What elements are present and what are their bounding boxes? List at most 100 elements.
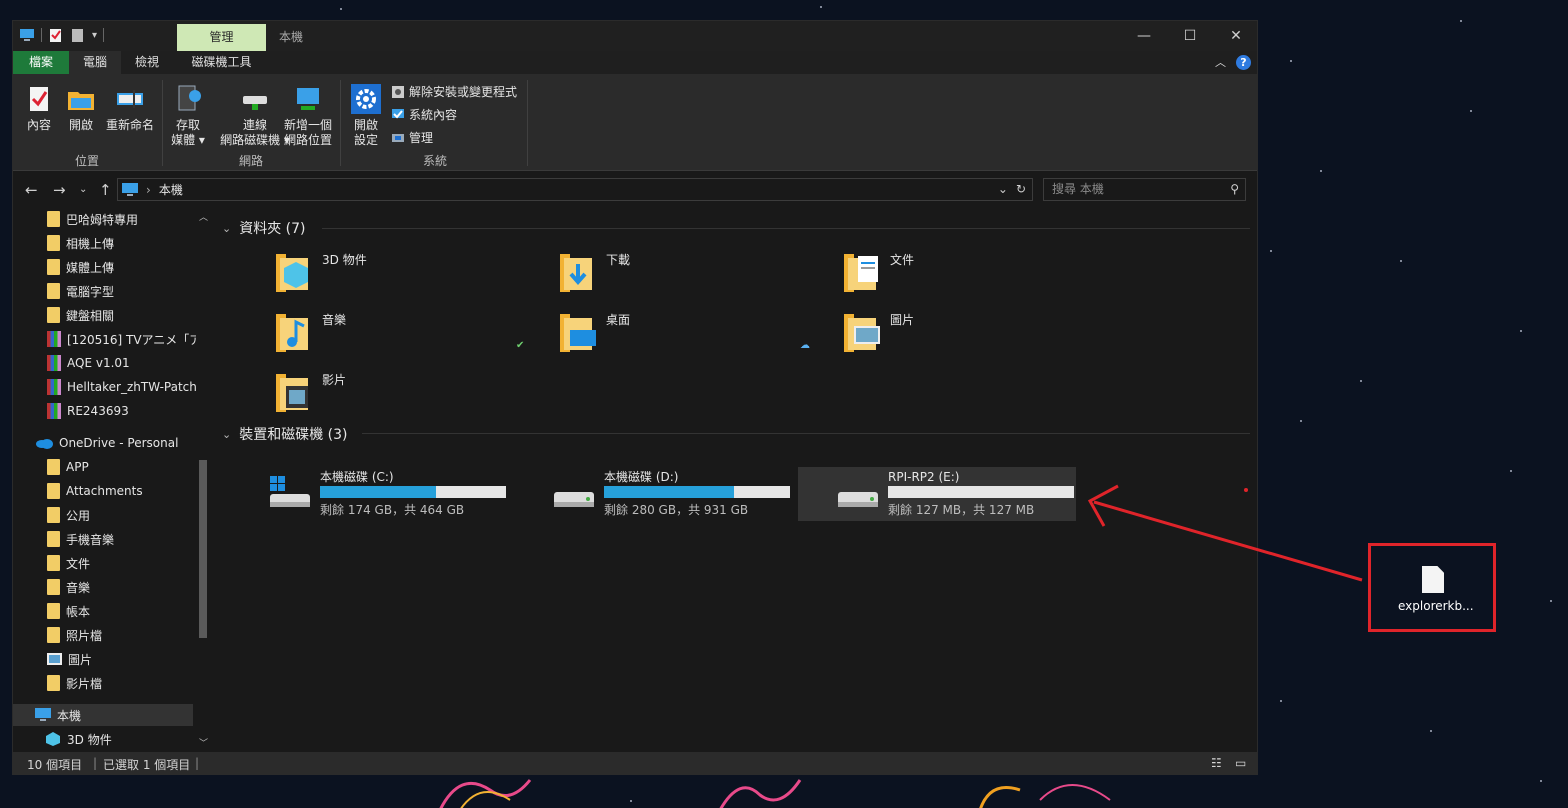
folder-item[interactable]: 下載 [558,248,630,294]
archive-icon [47,355,61,371]
sidebar-item-this-pc[interactable]: 本機 [13,704,193,726]
sidebar-item[interactable]: AQE v1.01 [47,352,130,374]
sidebar-item[interactable]: 帳本 [47,600,90,622]
system-properties-label: 系統內容 [409,108,458,122]
open-settings-button[interactable]: 開啟 設定 [349,84,383,148]
help-icon[interactable]: ? [1236,54,1251,70]
scrollbar-thumb[interactable] [199,460,207,638]
scroll-up-icon[interactable]: ︿ [199,210,208,223]
forward-arrow-icon[interactable]: → [53,181,66,199]
sidebar-item[interactable]: 影片檔 [47,672,102,694]
sidebar-item[interactable]: 照片檔 [47,624,102,646]
folder-item[interactable]: 音樂 [274,308,346,354]
sidebar-item[interactable]: 手機音樂 [47,528,114,550]
access-media-button[interactable]: 存取 媒體 ▾ [165,84,211,148]
desktop-folder-icon [560,314,596,352]
recent-locations-chevron-icon[interactable]: ⌄ [79,184,87,195]
address-bar[interactable]: › 本機 ⌄ ↻ [117,178,1033,201]
sidebar-item[interactable]: APP [47,456,89,478]
this-pc-icon[interactable] [19,27,35,43]
documents-folder-icon [844,254,878,292]
folder-item[interactable]: 圖片 [842,308,914,354]
sidebar-item-onedrive[interactable]: OneDrive - Personal [35,432,178,454]
folder-item[interactable]: 桌面 [558,308,630,354]
sidebar-item-label: 本機 [57,708,82,723]
sidebar-scrollbar[interactable]: ︿ ﹀ [196,208,210,750]
refresh-icon[interactable]: ↻ [1016,182,1026,196]
network-location-icon [297,88,319,110]
properties-icon[interactable] [48,27,64,43]
sidebar-item[interactable]: [120516] TVアニメ「ア [47,328,201,350]
search-input[interactable]: 搜尋 本機 ⚲ [1043,178,1246,201]
folder-name: 音樂 [322,313,347,327]
sidebar-item[interactable]: 相機上傳 [47,232,114,254]
new-folder-icon[interactable] [70,27,86,43]
sidebar-item[interactable]: 音樂 [47,576,90,598]
close-button[interactable]: ✕ [1213,21,1259,51]
tab-view[interactable]: 檢視 [121,51,173,74]
folder-icon [47,259,60,275]
address-dropdown-icon[interactable]: ⌄ [998,182,1008,196]
manage-button[interactable]: 管理 [391,129,433,146]
folder-item[interactable]: 3D 物件 [274,248,367,294]
sidebar-item[interactable]: 圖片 [47,648,92,670]
folders-section-header[interactable]: ⌄ 資料夾 (7) [222,218,306,238]
back-arrow-icon[interactable]: ← [25,181,38,199]
sidebar-item-label: Attachments [66,484,143,498]
breadcrumb-this-pc[interactable]: 本機 [159,181,183,198]
add-network-location-button[interactable]: 新增一個 網路位置 [283,84,333,148]
sidebar-item[interactable]: 鍵盤相關 [47,304,114,326]
search-icon: ⚲ [1230,182,1239,196]
drive-item-d[interactable]: 本機磁碟 (D:) 剩餘 280 GB，共 931 GB [552,467,830,521]
folder-item[interactable]: 影片 [274,368,346,414]
folder-icon [47,211,60,227]
sidebar-item[interactable]: 3D 物件 [45,728,112,750]
network-drive-icon [243,96,267,110]
system-properties-icon [392,108,404,118]
up-arrow-icon[interactable]: ↑ [99,181,112,199]
sidebar-item-label: APP [66,460,89,474]
drive-name: 本機磁碟 (C:) [320,470,394,484]
rename-button[interactable]: 重新命名 [105,84,155,133]
large-icons-view-icon[interactable]: ▭ [1235,756,1246,770]
sidebar-item-label: 相機上傳 [66,236,115,251]
qat-dropdown-icon[interactable]: ▾ [92,30,97,41]
details-view-icon[interactable]: ☷ [1211,756,1222,770]
system-properties-button[interactable]: 系統內容 [391,106,457,123]
sidebar-item[interactable]: Helltaker_zhTW-Patch_ [47,376,203,398]
sidebar-item-label: 媒體上傳 [66,260,115,275]
sidebar-item[interactable]: 媒體上傳 [47,256,114,278]
collapse-chevron-icon[interactable]: ⌄ [222,222,231,235]
status-bar: 10 個項目 | 已選取 1 個項目 | ☷ ▭ [13,752,1257,775]
add-location-line2: 網路位置 [283,133,332,147]
wallpaper-art [439,779,1111,808]
maximize-button[interactable]: ☐ [1167,21,1213,51]
tab-file[interactable]: 檔案 [13,51,69,74]
desktop-file-item[interactable]: explorerkb... [1398,566,1474,613]
sidebar-item[interactable]: 巴哈姆特專用 [47,208,138,230]
sidebar-item[interactable]: RE243693 [47,400,129,422]
drive-item-c[interactable]: 本機磁碟 (C:) 剩餘 174 GB，共 464 GB [268,467,546,521]
rename-icon [117,90,143,108]
uninstall-programs-button[interactable]: 解除安裝或變更程式 [391,83,517,100]
manage-context-tab[interactable]: 管理 [177,24,266,51]
tab-computer[interactable]: 電腦 [69,51,121,74]
collapse-chevron-icon[interactable]: ⌄ [222,428,231,441]
sidebar-item[interactable]: 文件 [47,552,90,574]
sidebar-item[interactable]: 電腦字型 [47,280,114,302]
minimize-button[interactable]: — [1121,21,1167,51]
folder-item[interactable]: 文件 [842,248,914,294]
tab-drive-tools[interactable]: 磁碟機工具 [177,51,266,74]
pictures-icon [47,653,62,665]
devices-section-header[interactable]: ⌄ 裝置和磁碟機 (3) [222,424,348,444]
collapse-ribbon-icon[interactable]: ︿ [1215,54,1226,70]
desktop-file-label: explorerkb... [1398,599,1474,613]
sidebar-item[interactable]: Attachments [47,480,143,502]
open-button[interactable]: 開啟 [65,84,97,133]
sidebar-item[interactable]: 公用 [47,504,90,526]
drive-item-e[interactable]: RPI-RP2 (E:) 剩餘 127 MB，共 127 MB [798,467,1076,521]
this-pc-icon [122,182,138,196]
sidebar-item-label: 巴哈姆特專用 [66,212,139,227]
properties-button[interactable]: 內容 [23,84,55,133]
scroll-down-icon[interactable]: ﹀ [199,736,208,749]
